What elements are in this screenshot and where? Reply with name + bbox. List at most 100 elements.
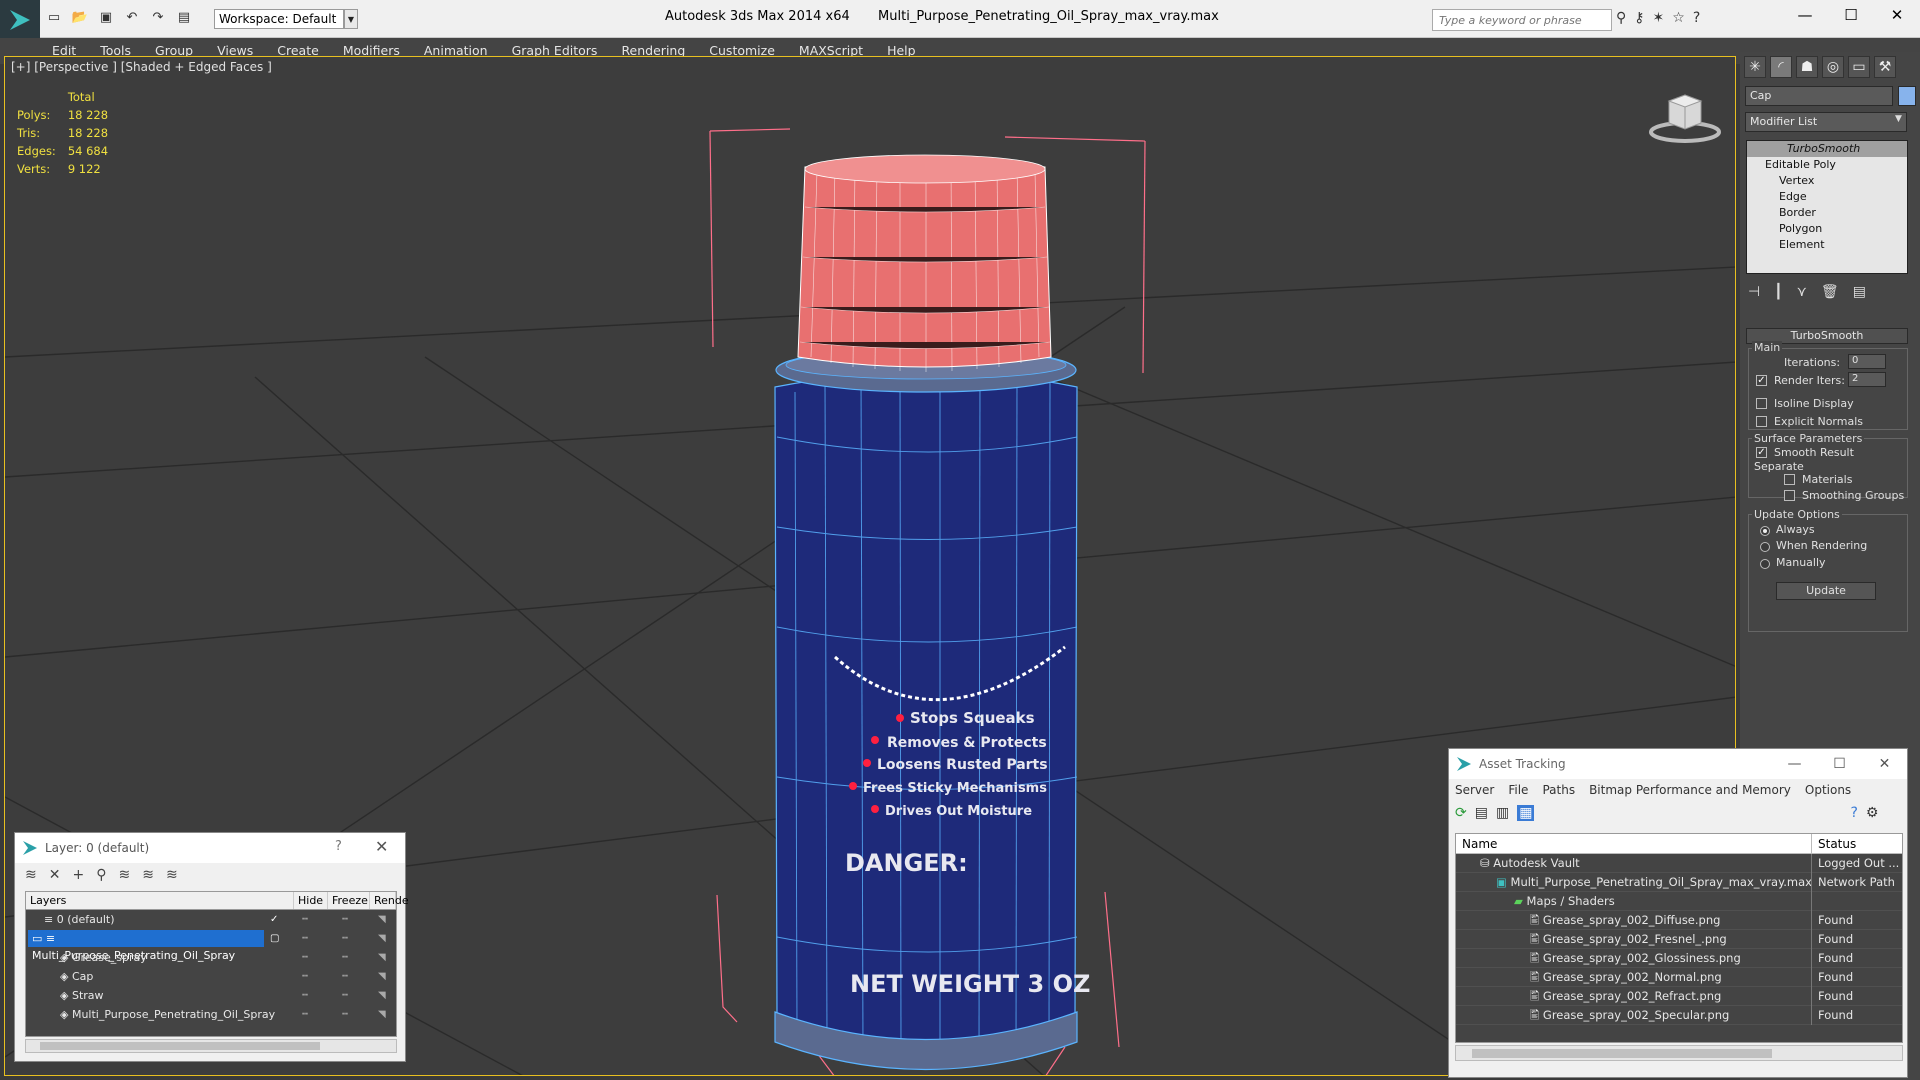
star-icon[interactable]: ☆ [1672,10,1685,26]
freeze-all-icon[interactable]: ≋ [166,867,178,883]
render-toggle-icon[interactable]: ◥ [378,910,386,929]
undo-icon[interactable]: ↶ [122,7,142,27]
create-tab-icon[interactable]: ✳ [1744,56,1766,78]
show-end-result-icon[interactable]: ┃ [1774,284,1782,300]
column-render[interactable]: Rende [370,892,409,909]
stack-item-editable-poly[interactable]: Editable Poly [1747,157,1907,173]
scrollbar-thumb[interactable] [40,1042,320,1050]
make-unique-icon[interactable]: ⋎ [1797,284,1807,300]
help-icon[interactable]: ? [335,839,342,854]
hide-toggle[interactable]: ┅ [302,910,308,929]
maximize-icon[interactable]: ☐ [1828,0,1874,30]
asset-menu-paths[interactable]: Paths [1542,783,1575,797]
column-freeze[interactable]: Freeze [328,892,370,909]
workspace-select[interactable]: Workspace: Default [214,9,344,29]
asset-menu-file[interactable]: File [1508,783,1528,797]
asset-row[interactable]: 🖺 Grease_spray_002_Glossiness.png Found [1456,949,1902,968]
layer-row[interactable]: ◈ Straw ┅ ┅ ◥ [26,986,396,1005]
stack-sub-border[interactable]: Border [1747,205,1907,221]
update-when-rendering-radio[interactable] [1760,542,1770,552]
close-icon[interactable]: ✕ [1862,749,1907,779]
render-toggle-icon[interactable]: ◥ [378,948,386,967]
asset-row[interactable]: ▰ Maps / Shaders [1456,892,1902,911]
update-button[interactable]: Update [1776,582,1876,600]
close-icon[interactable]: ✕ [375,837,388,856]
table-view-icon[interactable]: ▥ [1496,805,1509,821]
refresh-icon[interactable]: ⟳ [1455,805,1467,821]
freeze-toggle[interactable]: ┅ [342,929,348,948]
hierarchy-tab-icon[interactable]: ☗ [1796,56,1818,78]
maximize-icon[interactable]: ☐ [1817,749,1862,779]
motion-tab-icon[interactable]: ◎ [1822,56,1844,78]
search-input[interactable] [1432,9,1612,31]
isoline-display-checkbox[interactable] [1756,398,1767,409]
close-icon[interactable]: ✕ [1874,0,1920,30]
freeze-toggle[interactable]: ┅ [342,948,348,967]
stack-item-turbosmooth[interactable]: TurboSmooth [1747,141,1907,157]
hide-toggle[interactable]: ┅ [302,967,308,986]
modifier-list-dropdown[interactable]: Modifier List [1745,112,1907,132]
highlight-layer-icon[interactable]: ≋ [118,867,130,883]
stack-sub-vertex[interactable]: Vertex [1747,173,1907,189]
asset-menu-bitmap-performance[interactable]: Bitmap Performance and Memory [1589,783,1791,797]
explicit-normals-checkbox[interactable] [1756,416,1767,427]
asset-menu-options[interactable]: Options [1805,783,1851,797]
smooth-result-checkbox[interactable]: ✓ [1756,447,1767,458]
asset-menu-server[interactable]: Server [1455,783,1494,797]
select-objects-icon[interactable]: ⚲ [96,867,106,883]
new-file-icon[interactable]: ▭ [44,7,64,27]
hide-toggle[interactable]: ┅ [302,929,308,948]
spray-can-model[interactable] [774,154,1078,1071]
stack-sub-element[interactable]: Element [1747,237,1907,253]
delete-layer-icon[interactable]: ✕ [49,867,61,883]
stack-sub-polygon[interactable]: Polygon [1747,221,1907,237]
add-selection-icon[interactable]: + [72,867,84,883]
save-icon[interactable]: ▣ [96,7,116,27]
hide-toggle[interactable]: ┅ [302,948,308,967]
column-status[interactable]: Status [1818,837,1856,851]
column-hide[interactable]: Hide [294,892,328,909]
app-logo[interactable] [0,0,40,40]
asset-row[interactable]: 🖺 Grease_spray_002_Fresnel_.png Found [1456,930,1902,949]
render-toggle-icon[interactable]: ◥ [378,929,386,948]
freeze-toggle[interactable]: ┅ [342,967,348,986]
minimize-icon[interactable]: — [1772,749,1817,779]
modify-tab-icon[interactable]: ◜ [1770,56,1792,78]
asset-row[interactable]: ⛁ Autodesk Vault Logged Out ... [1456,854,1902,873]
key-icon[interactable]: ⚷ [1634,10,1644,26]
hide-toggle[interactable]: ┅ [302,986,308,1005]
freeze-toggle[interactable]: ┅ [342,1005,348,1024]
asset-row[interactable]: 🖺 Grease_spray_002_Specular.png Found [1456,1006,1902,1025]
minimize-icon[interactable]: — [1782,0,1828,30]
freeze-toggle[interactable]: ┅ [342,986,348,1005]
render-toggle-icon[interactable]: ◥ [378,1005,386,1024]
materials-checkbox[interactable] [1784,474,1795,485]
freeze-toggle[interactable]: ┅ [342,910,348,929]
asset-row[interactable]: 🖺 Grease_spray_002_Refract.png Found [1456,987,1902,1006]
help-icon[interactable]: ? [1693,10,1700,26]
render-iters-spinner[interactable]: 2 [1848,372,1886,387]
smoothing-groups-checkbox[interactable] [1784,490,1795,501]
chevron-down-icon[interactable]: ▼ [344,9,358,29]
help-icon[interactable]: ? [1850,805,1857,821]
horizontal-scrollbar[interactable] [1455,1045,1903,1061]
current-layer-check-icon[interactable]: ✓ [270,910,278,929]
hide-all-icon[interactable]: ≋ [142,867,154,883]
layer-row[interactable]: ◈ Grease_spray ┅ ┅ ◥ [26,948,396,967]
new-layer-icon[interactable]: ≋ [25,867,37,883]
pin-stack-icon[interactable]: ⊣ [1748,284,1760,300]
asset-row[interactable]: ▣ Multi_Purpose_Penetrating_Oil_Spray_ma… [1456,873,1902,892]
update-manually-radio[interactable] [1760,559,1770,569]
remove-modifier-icon[interactable]: 🗑 [1821,284,1839,300]
layer-row[interactable]: ◈ Multi_Purpose_Penetrating_Oil_Spray ┅ … [26,1005,396,1024]
open-file-icon[interactable]: 📂 [70,7,90,27]
grid-view-icon[interactable]: ▦ [1517,805,1535,821]
list-view-icon[interactable]: ▤ [1475,805,1488,821]
asset-row[interactable]: 🖺 Grease_spray_002_Normal.png Found [1456,968,1902,987]
update-always-radio[interactable] [1760,526,1770,536]
asset-row[interactable]: 🖺 Grease_spray_002_Diffuse.png Found [1456,911,1902,930]
render-iters-checkbox[interactable]: ✓ [1756,375,1767,386]
horizontal-scrollbar[interactable] [25,1039,397,1053]
current-layer-box-icon[interactable]: ▢ [270,929,279,948]
layer-row[interactable]: ▭ ≡ Multi_Purpose_Penetrating_Oil_Spray … [26,929,396,962]
